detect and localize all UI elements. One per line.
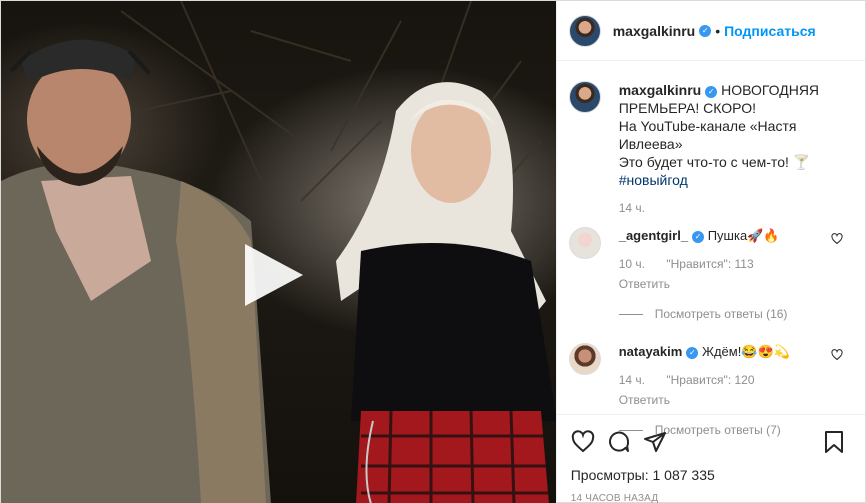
reply-button[interactable]: Ответить (619, 391, 829, 409)
comment-like-heart-icon[interactable] (831, 349, 843, 361)
separator-dot: • (715, 22, 721, 39)
caption-author-avatar[interactable] (568, 81, 601, 113)
comment-item: _agentgirl_ ✓ Пушка🚀🔥 10 ч. "Нравится": 1… (557, 227, 865, 323)
comment-meta: 10 ч. "Нравится": 113 (619, 255, 829, 273)
play-icon[interactable] (245, 244, 303, 306)
instagram-post: maxgalkinru ✓ • Подписаться maxgalkinru ✓… (0, 0, 866, 503)
comment-like-heart-icon[interactable] (831, 233, 843, 245)
view-replies-button[interactable]: Посмотреть ответы (16) (618, 305, 829, 323)
commenter-username[interactable]: _agentgirl_ (619, 228, 688, 243)
post-age[interactable]: 14 часов назад (571, 493, 851, 503)
comment-time[interactable]: 10 ч. (619, 257, 645, 271)
post-header: maxgalkinru ✓ • Подписаться (556, 1, 865, 61)
bookmark-icon[interactable] (823, 430, 845, 454)
commenter-username[interactable]: natayakim (619, 344, 683, 359)
view-count[interactable]: Просмотры: 1 087 335 (571, 467, 851, 483)
author-avatar[interactable] (568, 14, 601, 47)
view-replies-label: Посмотреть ответы (16) (654, 307, 788, 321)
views-label: Просмотры: (570, 467, 649, 483)
comment-likes[interactable]: "Нравится": 120 (666, 373, 754, 387)
post-side-panel: maxgalkinru ✓ • Подписаться maxgalkinru ✓… (555, 1, 865, 503)
views-value: 1 087 335 (652, 467, 715, 483)
reply-button[interactable]: Ответить (619, 275, 829, 293)
comment-icon[interactable] (607, 430, 631, 454)
verified-badge-icon: ✓ (705, 86, 718, 98)
caption-body: maxgalkinru ✓ НОВОГОДНЯЯ ПРЕМЬЕРА! СКОРО!… (619, 81, 849, 189)
verified-badge-icon: ✓ (686, 347, 699, 359)
comment-text: Ждём!😂😍💫 (701, 344, 790, 359)
action-icons (571, 427, 851, 457)
hashtag-link[interactable]: #новыйгод (619, 172, 688, 188)
comment-text: Пушка🚀🔥 (707, 228, 780, 243)
caption-username[interactable]: maxgalkinru (619, 82, 701, 98)
caption-text-line-2: На YouTube-канале «Настя Ивлеева» (618, 118, 797, 152)
post-actions: Просмотры: 1 087 335 14 часов назад (556, 414, 865, 503)
post-caption: maxgalkinru ✓ НОВОГОДНЯЯ ПРЕМЬЕРА! СКОРО!… (557, 61, 865, 189)
commenter-avatar[interactable] (568, 343, 601, 375)
replies-divider (618, 313, 643, 315)
comment-meta: 14 ч. "Нравится": 120 (619, 371, 829, 389)
comment-body: _agentgirl_ ✓ Пушка🚀🔥 10 ч. "Нравится": 1… (618, 227, 829, 323)
verified-badge-icon: ✓ (699, 24, 712, 37)
commenter-avatar[interactable] (568, 227, 601, 259)
share-icon[interactable] (643, 430, 667, 454)
heart-icon[interactable] (571, 430, 595, 454)
verified-badge-icon: ✓ (692, 231, 705, 243)
author-username[interactable]: maxgalkinru (613, 23, 695, 39)
follow-button[interactable]: Подписаться (724, 23, 816, 39)
caption-timestamp[interactable]: 14 ч. (619, 201, 865, 215)
caption-text-line-3: Это будет что-то с чем-то! 🍸 (618, 154, 811, 170)
comment-likes[interactable]: "Нравится": 113 (666, 257, 753, 271)
comment-time[interactable]: 14 ч. (619, 373, 645, 387)
video-player[interactable] (1, 1, 556, 503)
